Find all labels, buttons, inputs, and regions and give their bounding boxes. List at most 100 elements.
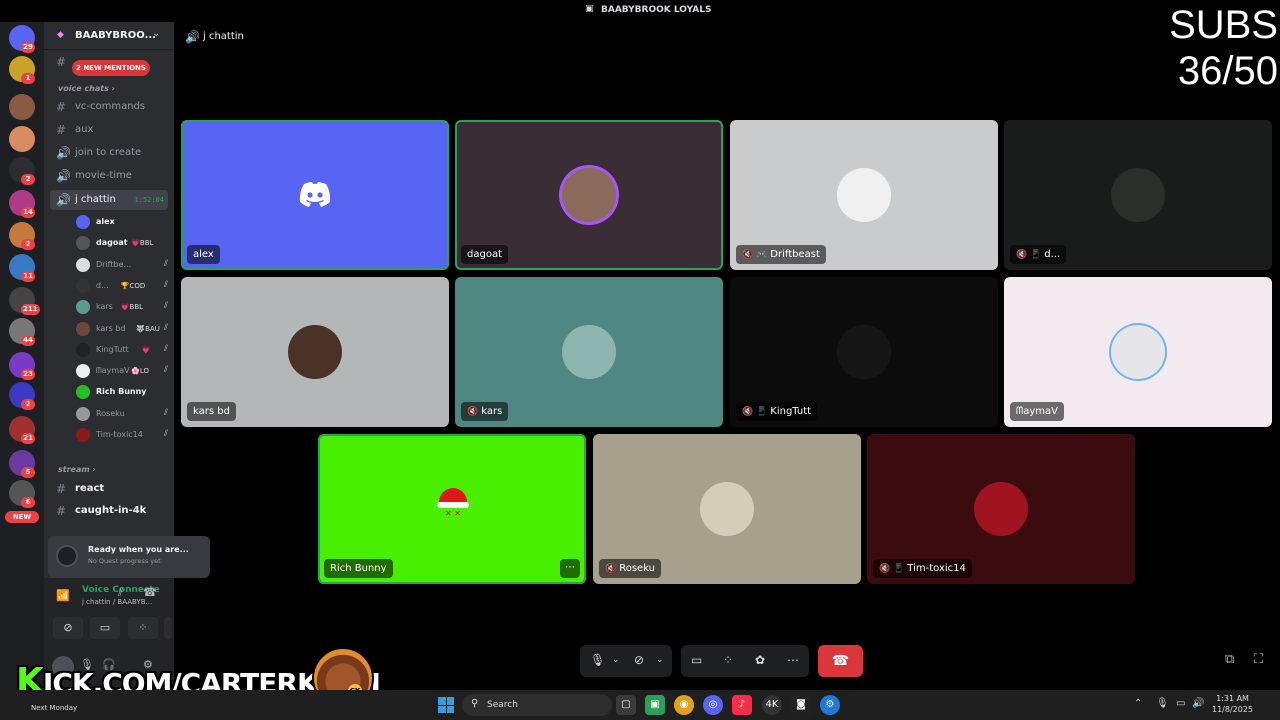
channel-item[interactable]: # vc-commands <box>50 97 168 117</box>
avatar <box>562 325 616 379</box>
music-icon[interactable]: ♪ <box>732 695 752 715</box>
screen-share-button[interactable]: ▭ <box>90 617 120 639</box>
avatar <box>974 482 1028 536</box>
muted-icon: ⫽ <box>163 258 168 269</box>
server-icon-2[interactable] <box>9 94 35 120</box>
channel-react[interactable]: # react <box>50 479 168 499</box>
activities-icon[interactable]: ⁘ <box>723 653 733 667</box>
search-input[interactable]: ⚲ Search <box>462 694 612 716</box>
end-call-button[interactable]: ☎ <box>818 645 863 677</box>
clock[interactable]: 1:31 AM 11/8/2025 <box>1212 693 1253 715</box>
app-icon-3[interactable]: ⚙ <box>820 695 840 715</box>
network-icon[interactable]: ▭ <box>1176 698 1185 709</box>
mic-tray-icon[interactable]: 🎙 <box>1156 698 1169 709</box>
more-icon[interactable]: ⋯ <box>787 653 799 667</box>
voice-user-item[interactable]: Rich Bunny <box>76 382 168 402</box>
voice-user-item[interactable]: kars 💗BBL ⫽ <box>76 297 168 317</box>
call-timer: 1:52:04 <box>134 196 164 204</box>
channel-caught-in-4k[interactable]: # caught-in-4k <box>50 501 168 521</box>
signal-icon: 📶 <box>56 589 70 602</box>
channel-j-chattin[interactable]: 🔊 j chattin 1:52:04 <box>50 190 168 210</box>
voice-user-name: Roseku <box>96 408 125 418</box>
avatar <box>76 236 90 251</box>
server-icon-3[interactable] <box>9 126 35 152</box>
noise-suppression-icon[interactable]: ⫽ <box>118 586 123 600</box>
muted-icon: ⫽ <box>163 343 168 354</box>
voice-user-item[interactable]: dagoat 💗BBL <box>76 233 168 253</box>
category-voice-chats[interactable]: voice chats › <box>58 84 115 93</box>
hash-icon: # <box>56 482 67 496</box>
video-tile[interactable]: alex <box>181 120 449 270</box>
activities-button[interactable]: ⁘ <box>128 617 158 639</box>
participant-label: ᗰaymaV <box>1010 402 1064 421</box>
channel-item[interactable]: 🔊 join to create <box>50 143 168 163</box>
voice-user-name: d... <box>96 280 109 290</box>
avatar <box>76 428 90 442</box>
voice-user-name: Driftbe... <box>96 259 132 269</box>
soundboard-button[interactable] <box>164 617 172 639</box>
voice-user-name: kars <box>96 302 113 312</box>
voice-user-name: dagoat <box>96 238 128 248</box>
video-tile[interactable]: 🔇 🎮 Driftbeast <box>730 120 998 270</box>
voice-user-item[interactable]: Tim-toxic14 ⫽ <box>76 425 168 445</box>
more-options-button[interactable]: ⋯ <box>560 559 580 578</box>
subs-label: SUBS <box>1169 3 1278 47</box>
user-tag: 🌸LO <box>131 367 150 376</box>
video-tile[interactable]: 🔇 📱 KingTutt <box>730 277 998 427</box>
new-mentions-pill[interactable]: 2 NEW MENTIONS <box>72 60 150 76</box>
voice-user-item[interactable]: Roseku ⫽ <box>76 404 168 424</box>
new-badge[interactable]: NEW <box>5 511 39 523</box>
participant-label: alex <box>187 245 220 264</box>
volume-icon[interactable]: 🔊 <box>1192 698 1204 709</box>
voice-user-item[interactable]: alex <box>76 212 168 232</box>
channel-item[interactable]: 🔊 movie-time <box>50 166 168 186</box>
disconnect-icon[interactable]: ☎ <box>143 586 157 599</box>
tray-chevron-icon[interactable]: ⌃ <box>1134 698 1142 709</box>
weather-label[interactable]: Next Monday <box>31 704 77 712</box>
video-tile[interactable]: 🔇 📱 Tim-toxic14 <box>867 434 1135 584</box>
video-tile[interactable]: 🔇 📱 d... <box>1004 120 1272 270</box>
4k-app-icon[interactable]: 4K <box>762 695 782 715</box>
unread-badge: 14 <box>21 207 35 218</box>
task-view-icon[interactable]: ▢ <box>616 695 636 715</box>
category-stream[interactable]: stream › <box>58 465 96 474</box>
voice-user-name: KingTutt <box>96 344 129 354</box>
fullscreen-icon[interactable]: ⛶ <box>1254 652 1263 667</box>
popout-icon[interactable]: ⧉ <box>1225 652 1234 667</box>
video-tile[interactable]: 🔇 Roseku <box>593 434 861 584</box>
video-tile[interactable]: 🔇 kars <box>455 277 723 427</box>
mic-icon[interactable]: 🎙 <box>590 653 605 667</box>
participant-name: kars bd <box>193 406 230 417</box>
app-icon-2[interactable]: ◙ <box>791 695 811 715</box>
server-rail: 29 1 2 14 2 11 211 44 23 2 21 5 6 <box>0 22 44 690</box>
soundboard-icon[interactable]: ✿ <box>755 653 765 667</box>
participant-label: 🔇 🎮 Driftbeast <box>736 245 826 264</box>
voice-user-item[interactable]: ᗰaymaV 🌸LO ⫽ <box>76 361 168 381</box>
video-tile[interactable]: dagoat <box>455 120 723 270</box>
video-tile[interactable]: kars bd <box>181 277 449 427</box>
unread-badge: 211 <box>21 304 40 315</box>
camera-off-icon[interactable]: ⊘ <box>634 653 644 667</box>
unread-badge: 6 <box>21 497 35 508</box>
chrome-icon[interactable]: ◉ <box>674 695 694 715</box>
server-header[interactable]: ◆ BAABYBROO... ⌄ <box>44 22 174 50</box>
voice-user-item[interactable]: KingTutt 💗 ⫽ <box>76 340 168 360</box>
status-icons: 🔇 📱 <box>879 564 905 574</box>
camera-button[interactable]: ⊘ <box>53 617 83 639</box>
chevron-down-icon[interactable]: ⌄ <box>656 655 664 665</box>
channel-label: j chattin <box>75 194 116 205</box>
video-tile[interactable]: ✕ ✕ Rich Bunny ⋯ <box>318 434 586 584</box>
voice-user-item[interactable]: Driftbe... ⫽ <box>76 255 168 275</box>
windows-start-icon[interactable] <box>438 697 454 713</box>
screen-share-icon[interactable]: ▭ <box>691 653 702 667</box>
app-icon-1[interactable]: ▣ <box>645 695 665 715</box>
chevron-down-icon[interactable]: ⌄ <box>612 655 620 665</box>
participant-label: dagoat <box>461 245 508 264</box>
voice-user-item[interactable]: d... 🏆COD ⫽ <box>76 276 168 296</box>
quest-panel[interactable]: Ready when you are... No Quest progress … <box>48 536 210 578</box>
channel-item[interactable]: # aux <box>50 120 168 140</box>
discord-icon[interactable]: ◎ <box>703 695 723 715</box>
video-tile[interactable]: ᗰaymaV <box>1004 277 1272 427</box>
status-icons: 🔇 🎮 <box>742 250 768 260</box>
voice-user-item[interactable]: kars bd 🐺BAU ⫽ <box>76 319 168 339</box>
